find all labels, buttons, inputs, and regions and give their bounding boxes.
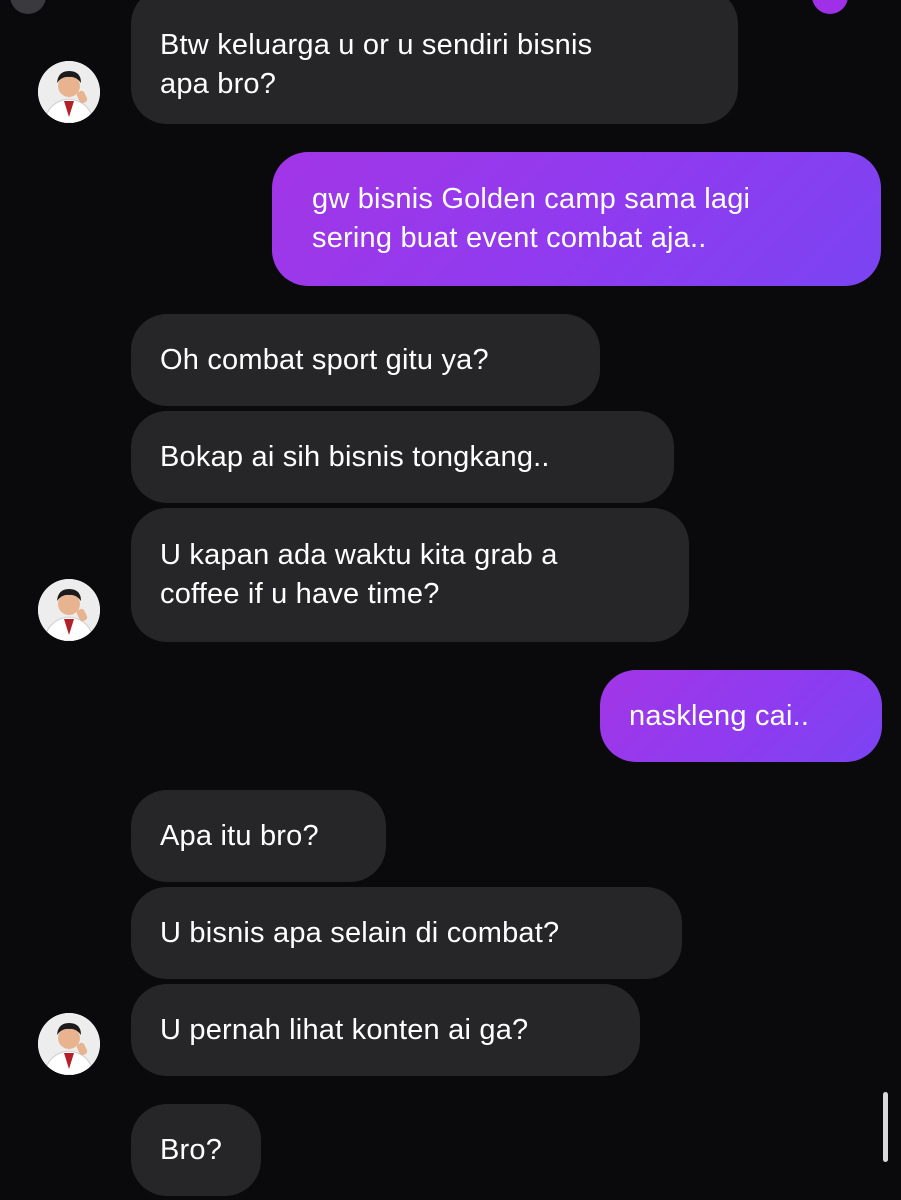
avatar-photo-icon <box>38 1013 100 1075</box>
message-text-line: gw bisnis Golden camp sama lagi <box>312 183 751 215</box>
message-text-line: Apa itu bro? <box>160 819 319 852</box>
message-bubble-received[interactable]: Oh combat sport gitu ya? <box>131 314 600 406</box>
message-text-line: Btw keluarga u or u sendiri bisnis <box>160 29 593 61</box>
chat-screen: Btw keluarga u or u sendiri bisnis apa b… <box>0 0 901 1200</box>
contact-avatar[interactable] <box>38 1013 100 1075</box>
message-bubble-received[interactable]: U bisnis apa selain di combat? <box>131 887 682 979</box>
top-left-partial-icon <box>10 0 46 14</box>
message-text-line: U kapan ada waktu kita grab a <box>160 539 558 571</box>
message-text-line: sering buat event combat aja.. <box>312 222 707 254</box>
message-bubble-received[interactable]: Bokap ai sih bisnis tongkang.. <box>131 411 674 503</box>
message-bubble-received[interactable]: Bro? <box>131 1104 261 1196</box>
scrollbar[interactable] <box>883 1092 888 1162</box>
message-bubble-received[interactable]: U kapan ada waktu kita grab a coffee if … <box>131 508 689 642</box>
avatar-photo-icon <box>38 579 100 641</box>
message-bubble-received[interactable]: Btw keluarga u or u sendiri bisnis apa b… <box>131 0 738 124</box>
contact-avatar[interactable] <box>38 579 100 641</box>
contact-avatar[interactable] <box>38 61 100 123</box>
message-bubble-sent[interactable]: gw bisnis Golden camp sama lagi sering b… <box>272 152 881 286</box>
message-text-line: Bokap ai sih bisnis tongkang.. <box>160 440 550 473</box>
message-text-line: Oh combat sport gitu ya? <box>160 343 489 376</box>
message-text-line: U bisnis apa selain di combat? <box>160 916 560 949</box>
message-bubble-sent[interactable]: naskleng cai.. <box>600 670 882 762</box>
message-text-line: naskleng cai.. <box>629 699 810 732</box>
top-right-partial-icon <box>812 0 848 14</box>
message-text-line: U pernah lihat konten ai ga? <box>160 1013 529 1046</box>
message-text-line: coffee if u have time? <box>160 578 440 610</box>
message-bubble-received[interactable]: U pernah lihat konten ai ga? <box>131 984 640 1076</box>
message-text-line: apa bro? <box>160 68 277 100</box>
message-bubble-received[interactable]: Apa itu bro? <box>131 790 386 882</box>
message-text-line: Bro? <box>160 1133 223 1166</box>
avatar-photo-icon <box>38 61 100 123</box>
